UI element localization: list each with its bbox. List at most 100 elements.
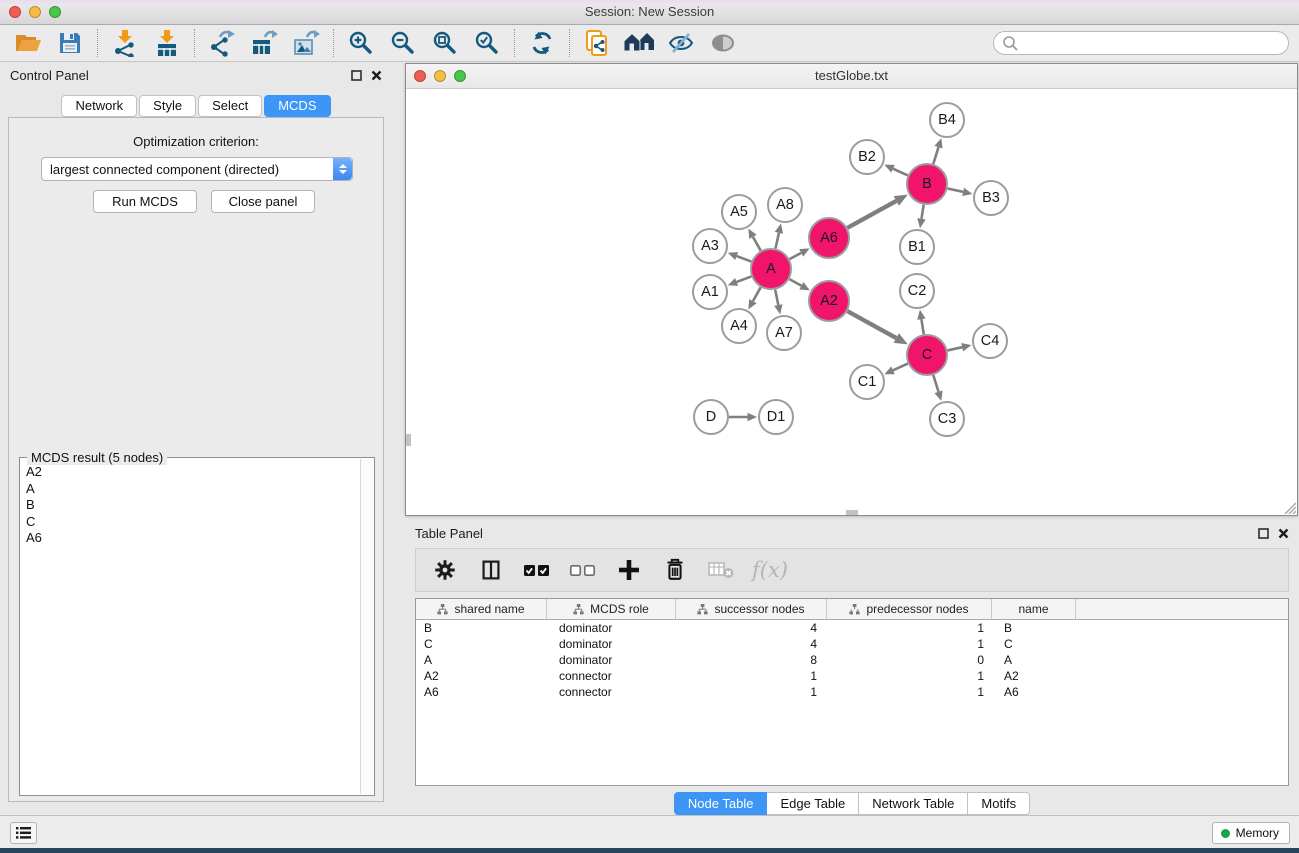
hide-eye-icon[interactable]: [663, 28, 699, 58]
close-window-icon[interactable]: [9, 6, 21, 18]
search-input[interactable]: [1019, 34, 1280, 52]
vertical-scroll-indicator[interactable]: [406, 434, 411, 446]
task-history-button[interactable]: [10, 822, 37, 844]
cell-name[interactable]: B: [992, 620, 1076, 636]
export-image-icon[interactable]: [288, 28, 324, 58]
cell-successor-nodes[interactable]: 1: [676, 668, 827, 684]
close-network-icon[interactable]: [414, 70, 426, 82]
graph-edge[interactable]: [893, 169, 908, 176]
add-column-icon[interactable]: [612, 553, 646, 587]
result-item[interactable]: B: [26, 497, 354, 514]
cell-mcds-role[interactable]: dominator: [547, 636, 676, 652]
save-session-icon[interactable]: [52, 28, 88, 58]
cell-name[interactable]: A: [992, 652, 1076, 668]
search-box[interactable]: [993, 31, 1289, 55]
graph-edge[interactable]: [933, 147, 938, 164]
result-item[interactable]: A6: [26, 530, 354, 547]
show-eye-icon[interactable]: [705, 28, 741, 58]
minimize-network-icon[interactable]: [434, 70, 446, 82]
result-scrollbar[interactable]: [360, 459, 373, 794]
maximize-network-icon[interactable]: [454, 70, 466, 82]
cell-name[interactable]: C: [992, 636, 1076, 652]
tab-motifs[interactable]: Motifs: [968, 792, 1030, 815]
float-panel-icon[interactable]: [351, 70, 362, 81]
zoom-out-icon[interactable]: [385, 28, 421, 58]
tab-network[interactable]: Network: [61, 95, 137, 117]
open-file-icon[interactable]: [10, 28, 46, 58]
delete-table-icon[interactable]: [704, 553, 738, 587]
select-all-icon[interactable]: [520, 553, 554, 587]
table-row[interactable]: B dominator 4 1 B: [416, 620, 1288, 636]
graph-edge[interactable]: [775, 233, 778, 249]
graph-edge[interactable]: [753, 287, 761, 301]
result-item[interactable]: A2: [26, 464, 354, 481]
delete-icon[interactable]: [658, 553, 692, 587]
table-row[interactable]: C dominator 4 1 C: [416, 636, 1288, 652]
cell-name[interactable]: A2: [992, 668, 1076, 684]
cell-shared-name[interactable]: A6: [416, 684, 547, 700]
cell-predecessor-nodes[interactable]: 0: [827, 652, 992, 668]
minimize-window-icon[interactable]: [29, 6, 41, 18]
import-network-icon[interactable]: [107, 28, 143, 58]
cell-mcds-role[interactable]: connector: [547, 668, 676, 684]
zoom-fit-icon[interactable]: [427, 28, 463, 58]
cell-predecessor-nodes[interactable]: 1: [827, 684, 992, 700]
export-table-icon[interactable]: [246, 28, 282, 58]
deselect-all-icon[interactable]: [566, 553, 600, 587]
graph-edge[interactable]: [737, 256, 752, 262]
tab-network-table[interactable]: Network Table: [859, 792, 968, 815]
maximize-window-icon[interactable]: [49, 6, 61, 18]
close-panel-icon[interactable]: [371, 70, 382, 81]
graph-edge[interactable]: [790, 253, 802, 259]
cell-shared-name[interactable]: A: [416, 652, 547, 668]
zoom-selected-icon[interactable]: [469, 28, 505, 58]
graph-edge[interactable]: [933, 375, 938, 392]
cell-predecessor-nodes[interactable]: 1: [827, 668, 992, 684]
close-panel-button[interactable]: Close panel: [211, 190, 315, 213]
network-window-title-bar[interactable]: testGlobe.txt: [406, 64, 1297, 89]
window-controls[interactable]: [9, 6, 61, 18]
cell-successor-nodes[interactable]: 1: [676, 684, 827, 700]
cell-name[interactable]: A6: [992, 684, 1076, 700]
float-table-panel-icon[interactable]: [1258, 528, 1269, 539]
cell-successor-nodes[interactable]: 4: [676, 636, 827, 652]
tab-node-table[interactable]: Node Table: [674, 792, 768, 815]
refresh-layout-icon[interactable]: [524, 28, 560, 58]
resize-grip[interactable]: [1282, 500, 1296, 514]
graph-edge[interactable]: [921, 205, 923, 219]
memory-button[interactable]: Memory: [1212, 822, 1290, 844]
network-window-controls[interactable]: [414, 70, 466, 82]
cell-mcds-role[interactable]: dominator: [547, 620, 676, 636]
table-row[interactable]: A dominator 8 0 A: [416, 652, 1288, 668]
column-view-icon[interactable]: [474, 553, 508, 587]
graph-edge[interactable]: [893, 364, 908, 371]
graph-edge[interactable]: [847, 311, 896, 338]
result-item[interactable]: C: [26, 514, 354, 531]
graph-edge[interactable]: [775, 290, 778, 305]
import-table-icon[interactable]: [149, 28, 185, 58]
tab-select[interactable]: Select: [198, 95, 262, 117]
run-mcds-button[interactable]: Run MCDS: [93, 190, 197, 213]
column-header-predecessor-nodes[interactable]: predecessor nodes: [827, 599, 992, 619]
tab-style[interactable]: Style: [139, 95, 196, 117]
graph-edge[interactable]: [753, 237, 761, 251]
table-row[interactable]: A6 connector 1 1 A6: [416, 684, 1288, 700]
result-item[interactable]: A: [26, 481, 354, 498]
horizontal-scroll-indicator[interactable]: [846, 510, 858, 515]
export-network-icon[interactable]: [204, 28, 240, 58]
graph-edge[interactable]: [847, 201, 896, 228]
column-header-shared-name[interactable]: shared name: [416, 599, 547, 619]
zoom-in-icon[interactable]: [343, 28, 379, 58]
close-table-panel-icon[interactable]: [1278, 528, 1289, 539]
tab-edge-table[interactable]: Edge Table: [767, 792, 859, 815]
cell-shared-name[interactable]: C: [416, 636, 547, 652]
cell-mcds-role[interactable]: dominator: [547, 652, 676, 668]
tab-mcds[interactable]: MCDS: [264, 95, 330, 117]
column-header-successor-nodes[interactable]: successor nodes: [676, 599, 827, 619]
graph-edge[interactable]: [948, 188, 964, 191]
settings-gear-icon[interactable]: [428, 553, 462, 587]
network-canvas[interactable]: B4B2BB3A8A5A6A3B1AA1C2A2A4A7C4CC1C3DD1: [406, 89, 1297, 515]
cell-shared-name[interactable]: B: [416, 620, 547, 636]
graph-edge[interactable]: [921, 319, 923, 334]
function-builder-icon[interactable]: f(x): [752, 558, 788, 582]
